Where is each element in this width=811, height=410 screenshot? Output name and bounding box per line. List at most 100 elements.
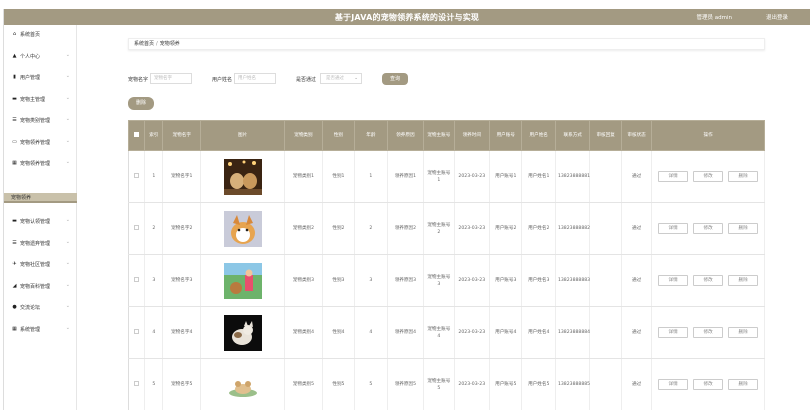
- detail-button[interactable]: 详情: [658, 171, 689, 182]
- row-checkbox[interactable]: [134, 173, 140, 178]
- delete-button[interactable]: 删除: [728, 327, 759, 338]
- cell-time: 2023-03-23: [454, 254, 491, 307]
- column-header: 宠物名字: [162, 120, 201, 151]
- select-cell: [128, 306, 146, 359]
- row-actions: 详情 修改 删除: [654, 379, 762, 390]
- edit-button[interactable]: 修改: [693, 171, 724, 182]
- chevron-down-icon: ⌄: [65, 52, 70, 58]
- cell-account: 用户账号4: [489, 306, 523, 359]
- adoption-table: 索引 宠物名字 图片 宠物类别 性别 年龄 领养原因 宠物主账号 领养时间 用户账号 用户姓名 联系方…: [127, 120, 765, 410]
- row-checkbox[interactable]: [134, 329, 140, 334]
- pet-image-cell: [200, 150, 286, 203]
- sidebar-item[interactable]: ● 交流论坛 ⌄: [4, 302, 77, 312]
- edit-button[interactable]: 修改: [693, 327, 724, 338]
- column-header: 操作: [651, 120, 765, 151]
- row-checkbox[interactable]: [134, 225, 140, 230]
- pet-image-cell: [200, 358, 286, 410]
- chevron-down-icon: ⌄: [65, 159, 70, 165]
- detail-button[interactable]: 详情: [658, 275, 689, 286]
- delete-button[interactable]: 删除: [728, 171, 759, 182]
- sidebar-item[interactable]: ▲ 个人中心 ⌄: [4, 51, 77, 61]
- sidebar-item[interactable]: ◢ 宠物百科管理 ⌄: [4, 281, 77, 291]
- detail-button[interactable]: 详情: [658, 223, 689, 234]
- row-checkbox[interactable]: [134, 277, 140, 282]
- cell-reply: [589, 254, 622, 307]
- username-input[interactable]: 用户姓名: [234, 73, 276, 84]
- sidebar-item[interactable]: ▬ 宠物主管理 ⌄: [4, 94, 77, 104]
- sidebar-item[interactable]: ✈ 宠物社区管理 ⌄: [4, 259, 77, 269]
- cell-age: 3: [354, 254, 388, 307]
- table-row: 1 宠物名字1 宠物类别1 性别1 1 领养原因1 宠物主账号1 2023-03-23 用户账号…: [128, 150, 765, 203]
- dogs-icon: [223, 158, 262, 195]
- chevron-down-icon: ⌄: [65, 73, 70, 79]
- cell-name: 宠物名字3: [162, 254, 201, 307]
- cell-index: 5: [144, 358, 164, 410]
- sidebar-item[interactable]: ☰ 宠物类别管理 ⌄: [4, 115, 77, 125]
- folder-icon: ▬: [12, 96, 17, 102]
- delete-button[interactable]: 删除: [728, 379, 759, 390]
- cell-phone: 13823888882: [555, 202, 591, 255]
- edit-button[interactable]: 修改: [693, 223, 724, 234]
- sidebar-item-label: 宠物认领管理: [20, 218, 51, 225]
- actions-cell: 详情 修改 删除: [651, 358, 765, 410]
- cell-phone: 13823888881: [555, 150, 591, 203]
- delete-button[interactable]: 删除: [728, 223, 759, 234]
- home-icon: ⌂: [12, 31, 17, 37]
- row-checkbox[interactable]: [134, 381, 140, 386]
- table-row: 3 宠物名字3 宠物类别3 性别3 3 领养原因3 宠物主账号3 2023-03-23 用户账号…: [128, 254, 765, 307]
- detail-button[interactable]: 详情: [658, 327, 689, 338]
- search-button[interactable]: 查询: [382, 73, 408, 85]
- edit-button[interactable]: 修改: [693, 275, 724, 286]
- current-user: 管理员 admin: [696, 15, 732, 21]
- cell-account: 用户账号3: [489, 254, 523, 307]
- select-all-checkbox[interactable]: [134, 132, 140, 137]
- sidebar-item[interactable]: ▦ 宠物领养管理 ⌄: [4, 158, 77, 168]
- sidebar-item-label: 用户管理: [20, 74, 41, 81]
- cell-status: 通过: [621, 202, 653, 255]
- girl-dog-icon: [223, 262, 262, 299]
- sidebar-item[interactable]: ▦ 系统管理 ⌄: [4, 324, 77, 334]
- cell-time: 2023-03-23: [454, 202, 491, 255]
- table-row: 4 宠物名字4 宠物类别4 性别4 4 领养原因4 宠物主账号4 2023-03-23 用户账号…: [128, 306, 765, 359]
- cell-index: 3: [144, 254, 164, 307]
- cell-owner: 宠物主账号3: [423, 254, 455, 307]
- sidebar-subitem-pet-adoption[interactable]: 宠物领养: [4, 193, 77, 203]
- cell-reason: 领养原因4: [387, 306, 425, 359]
- edit-button[interactable]: 修改: [693, 379, 724, 390]
- sidebar-item[interactable]: ▮ 用户管理 ⌄: [4, 72, 77, 82]
- top-bar: 基于JAVA的宠物领养系统的设计与实现 管理员 admin 退出登录: [4, 9, 810, 25]
- detail-button[interactable]: 详情: [658, 379, 689, 390]
- cell-phone: 13823888883: [555, 254, 591, 307]
- chevron-down-icon: ⌄: [65, 95, 70, 101]
- sidebar-item[interactable]: ⌂ 系统首页: [4, 29, 77, 39]
- main-content: 系统首页 / 宠物领养 宠物名字 宠物名字 用户姓名 用户姓名 是否通过 是否通过 …: [84, 25, 810, 410]
- breadcrumb-home[interactable]: 系统首页: [134, 41, 154, 47]
- cell-phone: 13823888884: [555, 306, 591, 359]
- cell-age: 5: [354, 358, 388, 410]
- approved-select-value: 是否通过: [326, 76, 344, 81]
- cell-name: 宠物名字5: [162, 358, 201, 410]
- sidebar-item-label: 宠物主管理: [20, 96, 46, 103]
- sidebar-item[interactable]: ▬ 宠物认领管理 ⌄: [4, 216, 77, 226]
- cell-status: 通过: [621, 150, 653, 203]
- sidebar-item[interactable]: ▭ 宠物领养管理 ⌄: [4, 137, 77, 147]
- chevron-down-icon: ⌄: [65, 303, 70, 309]
- logout-link[interactable]: 退出登录: [766, 13, 788, 21]
- grid-icon: ▦: [12, 326, 17, 332]
- pet-name-input[interactable]: 宠物名字: [150, 73, 192, 84]
- cell-reason: 领养原因3: [387, 254, 425, 307]
- delete-button[interactable]: 删除: [728, 275, 759, 286]
- pet-image-cell: [200, 202, 286, 255]
- actions-cell: 详情 修改 删除: [651, 150, 765, 203]
- list-icon: ☰: [12, 240, 17, 246]
- cell-time: 2023-03-23: [454, 306, 491, 359]
- approved-select[interactable]: 是否通过 ⌄: [320, 73, 362, 84]
- cell-reason: 领养原因1: [387, 150, 425, 203]
- batch-delete-button[interactable]: 删除: [128, 97, 154, 110]
- chevron-down-icon: ⌄: [65, 282, 70, 288]
- sidebar-item[interactable]: ☰ 宠物遗弃管理 ⌄: [4, 238, 77, 248]
- sidebar-item-label: 宠物类别管理: [20, 117, 51, 124]
- cell-category: 宠物类别4: [284, 306, 323, 359]
- column-header: 联系方式: [554, 120, 591, 151]
- row-actions: 详情 修改 删除: [654, 171, 762, 182]
